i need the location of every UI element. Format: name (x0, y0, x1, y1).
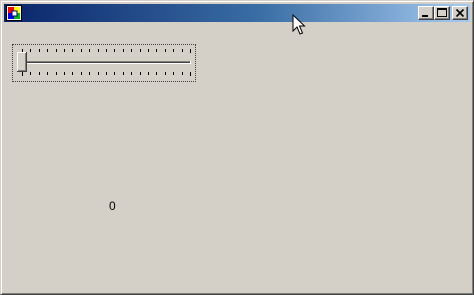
app-icon[interactable] (6, 5, 22, 21)
tick-mark (39, 72, 40, 75)
tick-mark (64, 72, 65, 75)
tick-mark (89, 49, 90, 52)
tick-mark (148, 49, 149, 52)
tick-mark (114, 49, 115, 52)
mouse-pointer-icon (292, 14, 306, 35)
title-bar[interactable] (4, 4, 470, 22)
tick-marks-bottom (22, 72, 191, 76)
tick-mark (56, 49, 57, 52)
main-window: 0 (0, 0, 474, 295)
tick-mark (156, 72, 157, 75)
tick-mark (106, 49, 107, 52)
tick-mark (22, 72, 23, 76)
tick-mark (30, 72, 31, 75)
tick-mark (39, 49, 40, 52)
tick-mark (56, 72, 57, 75)
tick-mark (123, 72, 124, 75)
tick-mark (106, 72, 107, 75)
tick-mark (173, 72, 174, 75)
tick-mark (81, 72, 82, 75)
tick-mark (165, 49, 166, 52)
tick-mark (30, 49, 31, 52)
tick-mark (131, 72, 132, 75)
trackbar-thumb[interactable] (17, 52, 27, 72)
tick-mark (182, 72, 183, 75)
tick-mark (72, 49, 73, 52)
maximize-icon (437, 8, 447, 17)
tick-mark (64, 49, 65, 52)
tick-mark (72, 72, 73, 75)
trackbar-channel (21, 61, 191, 64)
value-label: 0 (109, 199, 116, 213)
tick-mark (123, 49, 124, 52)
tick-mark (148, 72, 149, 75)
tick-mark (47, 72, 48, 75)
tick-mark (98, 72, 99, 75)
close-icon (455, 8, 465, 18)
minimize-button[interactable] (418, 6, 434, 20)
tick-mark (114, 72, 115, 75)
maximize-button[interactable] (434, 6, 450, 20)
tick-mark (182, 49, 183, 52)
trackbar[interactable] (12, 44, 196, 82)
tick-mark (165, 72, 166, 75)
tick-mark (190, 49, 191, 53)
tick-mark (98, 49, 99, 52)
tick-mark (140, 72, 141, 75)
tick-mark (156, 49, 157, 52)
tick-mark (173, 49, 174, 52)
tick-mark (81, 49, 82, 52)
close-button[interactable] (452, 6, 468, 20)
caption-buttons (418, 6, 468, 20)
tick-marks-top (22, 49, 191, 53)
tick-mark (131, 49, 132, 52)
minimize-icon (422, 15, 428, 17)
tick-mark (89, 72, 90, 75)
tick-mark (190, 72, 191, 76)
tick-mark (140, 49, 141, 52)
tick-mark (47, 49, 48, 52)
